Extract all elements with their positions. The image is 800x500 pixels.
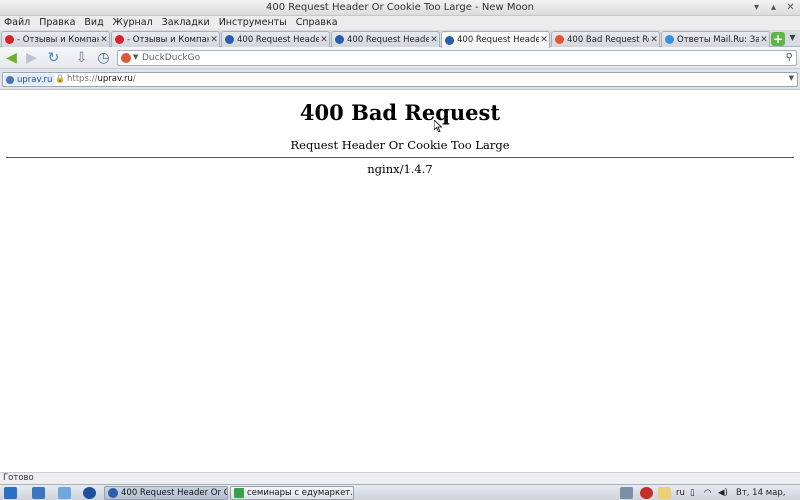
keyboard-layout[interactable]: ru	[676, 487, 685, 499]
file-manager-icon[interactable]	[58, 487, 71, 499]
close-icon[interactable]: ✕	[649, 35, 659, 45]
new-tab-button[interactable]: +	[771, 32, 785, 46]
server-signature: nginx/1.4.7	[367, 162, 433, 176]
site-identity-label: uprav.ru	[17, 74, 53, 85]
back-button[interactable]: ◀	[3, 50, 20, 67]
tab[interactable]: 400 Request Header... ✕	[221, 31, 330, 47]
menu-view[interactable]: Вид	[84, 16, 103, 30]
forward-button[interactable]: ▶	[23, 50, 40, 67]
close-icon[interactable]: ✕	[209, 35, 219, 45]
window-title: 400 Request Header Or Cookie Too Large -…	[265, 2, 535, 13]
close-icon[interactable]: ✕	[539, 35, 549, 45]
close-icon[interactable]: ✕	[99, 35, 109, 45]
duckduckgo-icon	[555, 35, 564, 44]
tab-bar: - Отзывы и Компан... ✕ - Отзывы и Компан…	[0, 30, 800, 48]
url-suffix: /	[132, 74, 136, 84]
tab[interactable]: 400 Request Header... ✕	[331, 31, 440, 47]
search-icon[interactable]: ⚲	[786, 52, 793, 63]
close-icon[interactable]: ✕	[319, 35, 329, 45]
sync-icon[interactable]	[640, 487, 653, 499]
status-bar: Готово	[0, 472, 800, 484]
menu-history[interactable]: Журнал	[113, 16, 153, 30]
site-favicon	[6, 75, 14, 84]
taskbar-item-spreadsheet[interactable]: семинары с едумаркет.xl...	[230, 486, 354, 500]
url-text: https://uprav.ru/	[67, 74, 136, 84]
reload-button[interactable]: ↻	[45, 50, 62, 67]
tab-label: - Отзывы и Компан...	[127, 34, 209, 45]
chevron-down-icon[interactable]: ▼	[789, 74, 794, 82]
close-icon[interactable]: ✕	[759, 35, 769, 45]
show-desktop-icon[interactable]	[32, 487, 45, 499]
tab-label: 400 Bad Request Re...	[567, 34, 649, 45]
page-heading: 400 Bad Request	[299, 100, 501, 125]
yandex-icon	[5, 35, 14, 44]
start-menu-icon[interactable]	[4, 487, 17, 499]
duckduckgo-icon[interactable]	[121, 53, 131, 63]
navigation-toolbar: ◀ ▶ ↻ ⇩ ◷ ▼ DuckDuckGo ⚲	[0, 47, 800, 69]
wifi-icon[interactable]: ◠	[704, 487, 711, 499]
tab[interactable]: 400 Bad Request Re... ✕	[551, 31, 660, 47]
close-icon[interactable]: ✕	[785, 2, 796, 13]
tab-active[interactable]: 400 Request Header... ✕	[441, 31, 550, 48]
window-titlebar[interactable]: 400 Request Header Or Cookie Too Large -…	[0, 0, 800, 16]
clock[interactable]: Вт, 14 мар, 14:13	[736, 487, 800, 499]
taskbar-item-browser[interactable]: 400 Request Header Or C...	[104, 486, 228, 500]
page-subheading: Request Header Or Cookie Too Large	[290, 138, 510, 152]
taskbar-item-label: семинары с едумаркет.xl...	[247, 488, 353, 498]
browser-icon[interactable]	[83, 487, 96, 499]
menu-bar: Файл Правка Вид Журнал Закладки Инструме…	[0, 16, 800, 30]
lock-icon: 🔒	[55, 74, 65, 83]
url-prefix: https://	[67, 74, 98, 84]
tab-label: - Отзывы и Компан...	[17, 34, 99, 45]
tab-label: Ответы Mail.Ru: За...	[677, 34, 759, 45]
tab-label: 400 Request Header...	[237, 34, 319, 45]
tab[interactable]: Ответы Mail.Ru: За... ✕	[661, 31, 770, 47]
tab[interactable]: - Отзывы и Компан... ✕	[111, 31, 220, 47]
divider	[6, 157, 794, 158]
globe-icon	[335, 35, 344, 44]
close-icon[interactable]: ✕	[429, 35, 439, 45]
tab[interactable]: - Отзывы и Компан... ✕	[1, 31, 110, 47]
taskbar: 400 Request Header Or C... семинары с ед…	[0, 484, 800, 500]
tab-label: 400 Request Header...	[457, 35, 539, 45]
clipboard-icon[interactable]	[658, 487, 671, 499]
tab-list-icon[interactable]: ▼	[787, 33, 798, 45]
menu-file[interactable]: Файл	[4, 16, 30, 30]
mouse-cursor-icon	[434, 120, 442, 132]
menu-help[interactable]: Справка	[296, 16, 338, 30]
menu-tools[interactable]: Инструменты	[219, 16, 287, 30]
volume-icon[interactable]: ◀)	[718, 487, 728, 499]
yandex-icon	[115, 35, 124, 44]
download-button[interactable]: ⇩	[73, 50, 90, 67]
minimize-icon[interactable]: ▾	[751, 2, 762, 13]
mailru-icon	[665, 35, 674, 44]
globe-icon	[445, 35, 454, 45]
tab-label: 400 Request Header...	[347, 34, 429, 45]
site-identity-button[interactable]: uprav.ru	[4, 74, 56, 85]
chevron-down-icon[interactable]: ▼	[133, 53, 138, 61]
spreadsheet-icon	[234, 488, 244, 498]
search-input[interactable]: ▼ DuckDuckGo ⚲	[117, 50, 797, 66]
search-placeholder: DuckDuckGo	[142, 53, 201, 63]
url-host: uprav.ru	[97, 74, 133, 84]
address-field[interactable]: uprav.ru 🔒 https://uprav.ru/ ▼	[2, 72, 798, 87]
taskbar-item-label: 400 Request Header Or C...	[121, 488, 227, 498]
history-button[interactable]: ◷	[95, 50, 112, 67]
maximize-icon[interactable]: ▴	[768, 2, 779, 13]
menu-bookmarks[interactable]: Закладки	[162, 16, 210, 30]
address-toolbar: uprav.ru 🔒 https://uprav.ru/ ▼	[0, 69, 800, 90]
page-content: 400 Bad Request Request Header Or Cookie…	[0, 90, 800, 472]
globe-icon	[225, 35, 234, 44]
globe-icon	[108, 488, 118, 498]
menu-edit[interactable]: Правка	[39, 16, 75, 30]
battery-icon[interactable]: ▯	[690, 487, 695, 499]
status-text: Готово	[3, 473, 34, 483]
network-manager-icon[interactable]	[620, 487, 633, 499]
